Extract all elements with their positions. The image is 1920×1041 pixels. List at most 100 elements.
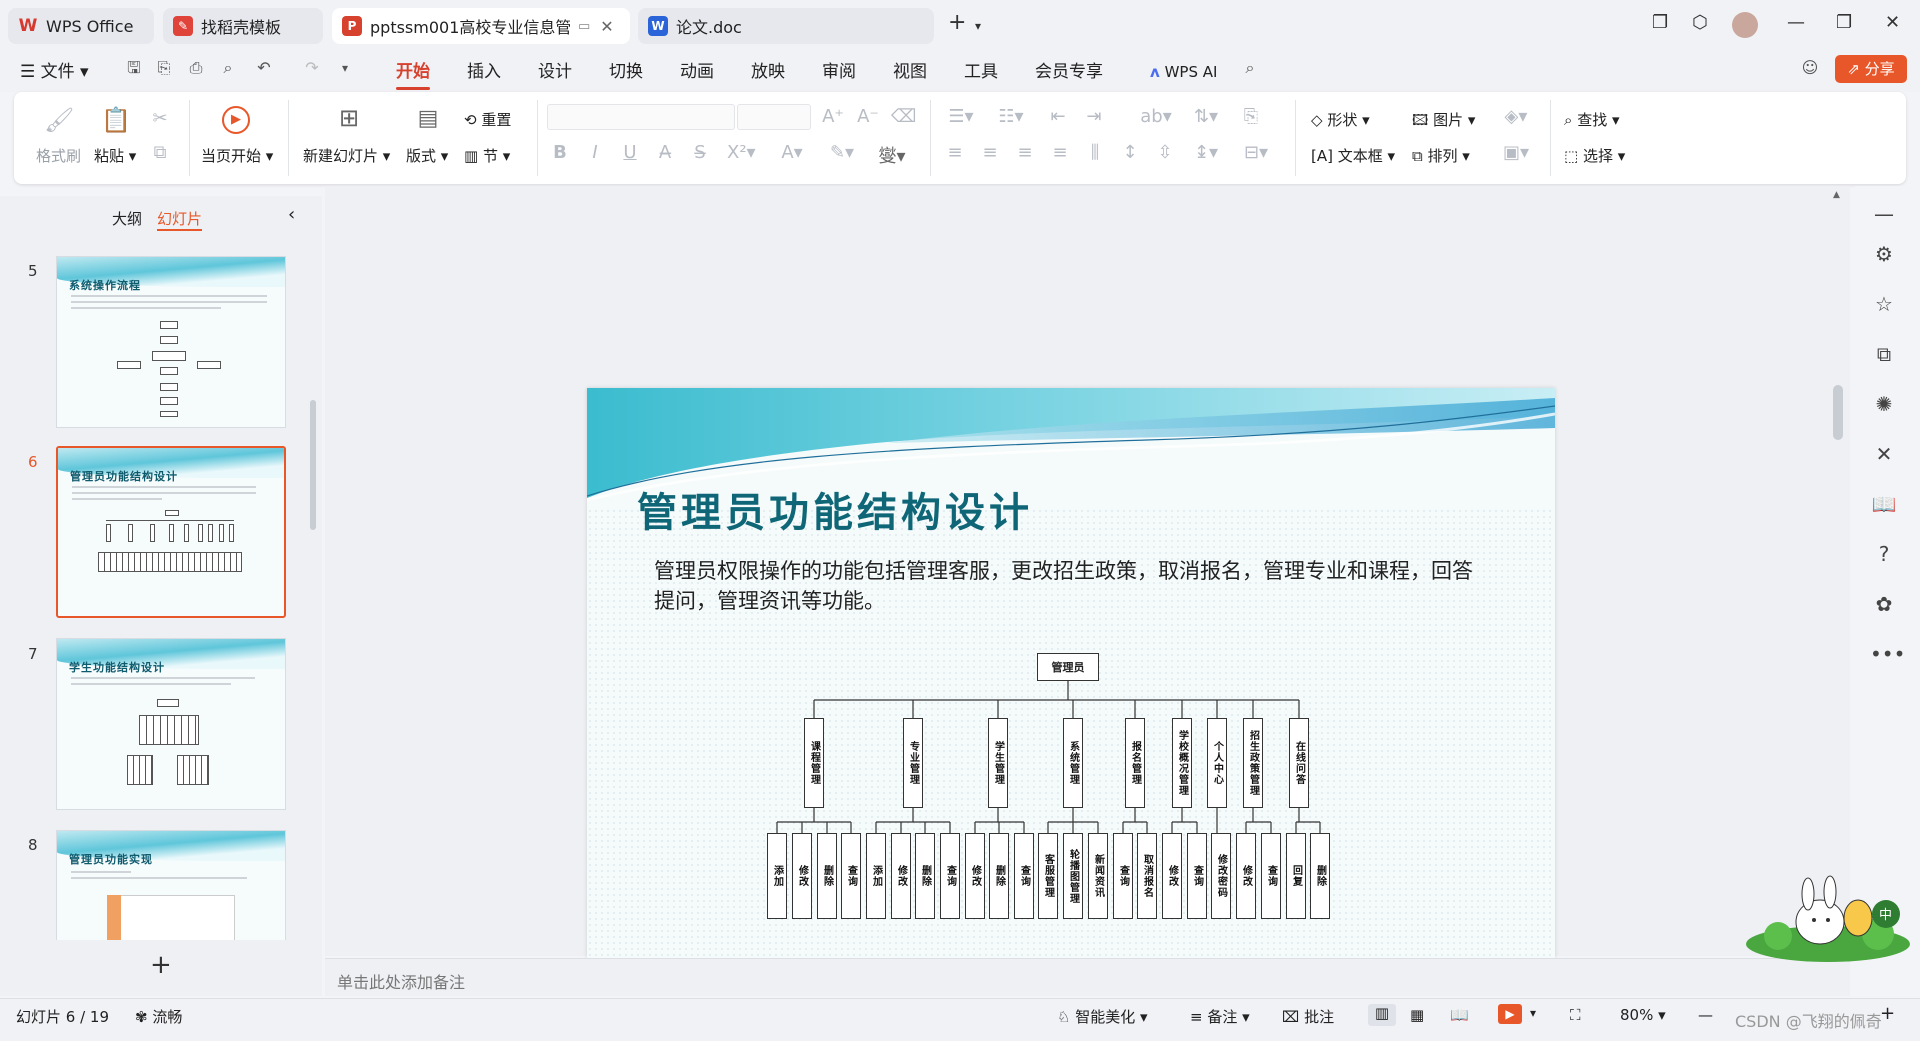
tab-outline[interactable]: 大纲 [112,208,142,229]
add-slide-button[interactable]: + [150,950,172,980]
tab-wps-office[interactable]: W WPS Office [8,8,154,44]
tab-docer[interactable]: ✎ 找稻壳模板 [163,8,323,44]
tab-slides[interactable]: 幻灯片 [157,208,203,231]
align-right-icon[interactable]: ≡ [1015,142,1035,163]
save-icon[interactable]: 🖫 [124,58,144,78]
layout-button[interactable]: 版式 ▾ [406,145,448,166]
font-color-icon[interactable]: A▾ [776,142,808,163]
tab-ppt-document[interactable]: P pptssm001高校专业信息管理 ▭ ✕ [332,8,630,44]
new-tab-plus-icon[interactable]: + [948,10,966,35]
normal-view-icon[interactable]: ▥ [1368,1004,1396,1026]
plugin-icon[interactable]: ✿ [1870,590,1898,618]
font-size-select[interactable] [737,104,811,130]
current-slide[interactable]: 管理员功能结构设计 管理员权限操作的功能包括管理客服，更改招生政策，取消报名，管… [587,388,1555,958]
line-spacing-icon[interactable]: ↕ [1120,142,1140,163]
tab-word-document[interactable]: W 论文.doc [638,8,934,44]
decrease-font-icon[interactable]: A⁻ [857,106,879,127]
select-button[interactable]: ⬚ 选择 ▾ [1564,145,1625,166]
menu-home[interactable]: 开始 [396,58,430,90]
strikethrough-icon[interactable]: S̶ [691,142,709,163]
slides-icon[interactable]: ⧉ [1870,340,1898,368]
wps-ai-button[interactable]: ᴧ WPS AI [1150,58,1217,86]
new-slide-button[interactable]: 新建幻灯片 ▾ [303,145,390,166]
menu-tools[interactable]: 工具 [964,58,998,86]
copy-icon[interactable]: ⧉ [149,142,171,163]
more-icon[interactable]: ••• [1870,640,1905,668]
find-button[interactable]: ⌕ 查找 ▾ [1564,109,1620,130]
textbox-button[interactable]: [A] 文本框 ▾ [1311,145,1395,166]
decrease-indent-icon[interactable]: ⇤ [1047,106,1069,127]
close-window-icon[interactable]: ✕ [1885,12,1900,33]
paste-button[interactable]: 粘贴 ▾ [94,145,136,166]
spacing-options-icon[interactable]: ↨▾ [1190,142,1222,163]
cut-icon[interactable]: ✂ [149,108,171,129]
format-painter-icon[interactable]: 🖌 [44,106,74,134]
shape-button[interactable]: ◇ 形状 ▾ [1311,109,1370,130]
justify-icon[interactable]: ≡ [1050,142,1070,163]
menu-view[interactable]: 视图 [893,58,927,86]
increase-font-icon[interactable]: A⁺ [822,106,844,127]
bullet-list-icon[interactable]: ☰▾ [945,106,977,127]
slide-thumbnail-5[interactable]: 系统操作流程 [56,256,286,428]
cube-icon[interactable]: ⬡ [1692,12,1708,33]
search-icon[interactable]: ⌕ [1240,58,1260,78]
comment-button[interactable]: ⌧ 批注 [1282,1006,1334,1027]
star-icon[interactable]: ☆ [1870,290,1898,318]
play-from-current-icon[interactable]: ▶ [222,106,250,134]
slide-title[interactable]: 管理员功能结构设计 [637,480,1033,538]
underline-icon[interactable]: U [621,142,639,163]
superscript-icon[interactable]: X²▾ [727,142,756,163]
italic-icon[interactable]: I [586,142,604,163]
close-tab-icon[interactable]: ✕ [600,17,613,36]
export-icon[interactable]: ⎘ [154,58,174,78]
paste-icon[interactable]: 📋 [101,106,131,134]
book-icon[interactable]: 📖 [1870,490,1898,518]
picture-button[interactable]: 🖾 图片 ▾ [1412,109,1475,135]
chat-icon[interactable]: ☺ [1800,58,1820,78]
menu-transition[interactable]: 切换 [609,58,643,86]
grid-view-icon[interactable]: ▦ [1410,1006,1424,1024]
minimize-icon[interactable]: — [1787,12,1805,33]
layout-icon[interactable]: ▤ [414,106,442,131]
sort-icon[interactable]: ⇅▾ [1190,106,1222,127]
strike-icon[interactable]: A̶ [656,142,674,163]
slideshow-chevron-icon[interactable]: ▾ [1530,1006,1536,1020]
help-icon[interactable]: ? [1870,540,1898,568]
bold-icon[interactable]: B [551,142,569,163]
new-slide-icon[interactable]: ⊞ [334,104,364,132]
text-align-icon[interactable]: ⊟▾ [1240,142,1272,163]
reading-view-icon[interactable]: 📖 [1450,1006,1469,1024]
zoom-out-icon[interactable]: — [1698,1006,1713,1024]
tab-list-chevron-icon[interactable]: ▾ [975,19,981,33]
slide-thumbnail-6[interactable]: 管理员功能结构设计 [56,446,286,618]
highlight-icon[interactable]: ✎▾ [826,142,858,163]
increase-indent-icon[interactable]: ⇥ [1083,106,1105,127]
outline-icon[interactable]: ▣▾ [1500,142,1532,163]
numbered-list-icon[interactable]: ☷▾ [995,106,1027,127]
notes-pane[interactable]: 单击此处添加备注 [325,958,1850,996]
collapse-panel-icon[interactable]: ‹ [288,204,295,225]
adjust-icon[interactable]: ⚙ [1870,240,1898,268]
phonetic-icon[interactable]: 燮▾ [874,142,910,168]
fill-icon[interactable]: ◈▾ [1500,106,1532,127]
print-icon[interactable]: ⎙ [186,58,206,78]
slide-thumbnail-8[interactable]: 管理员功能实现 [56,830,286,940]
maximize-icon[interactable]: ❐ [1836,12,1852,33]
thumbnail-scrollbar[interactable] [310,400,316,530]
fit-window-icon[interactable]: ⛶ [1570,1006,1581,1024]
slide-body-text[interactable]: 管理员权限操作的功能包括管理客服，更改招生政策，取消报名，管理专业和课程，回答提… [654,556,1474,616]
avatar[interactable] [1732,12,1758,38]
menu-review[interactable]: 审阅 [822,58,856,86]
zoom-level[interactable]: 80% ▾ [1620,1006,1666,1024]
undo-icon[interactable]: ↶ [254,58,274,78]
menu-file[interactable]: ☰ 文件 ▾ [20,58,89,86]
columns-icon[interactable]: ⫼ [1085,142,1105,163]
slide-thumbnail-7[interactable]: 学生功能结构设计 [56,638,286,810]
font-family-select[interactable] [547,104,735,130]
scroll-up-icon[interactable]: ▲ [1833,190,1840,200]
ai-icon[interactable]: ✺ [1870,390,1898,418]
tools-icon[interactable]: ✕ [1870,440,1898,468]
menu-design[interactable]: 设计 [538,58,572,86]
paragraph-spacing-icon[interactable]: ⇳ [1155,142,1175,163]
smooth-mode-button[interactable]: ✾ 流畅 [135,1006,182,1027]
